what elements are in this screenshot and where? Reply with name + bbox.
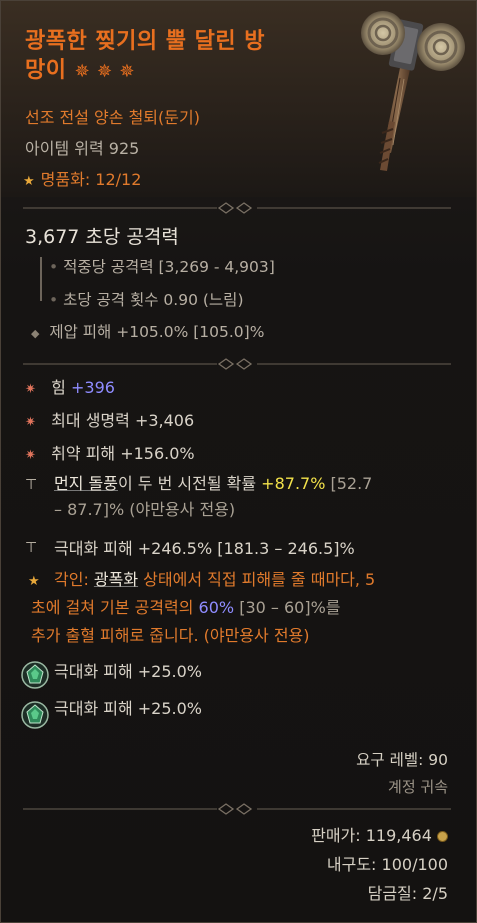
masterwork-star-icon: ★ [23,174,35,189]
item-power: 아이템 위력 925 [25,139,140,158]
horned-mace-icon [361,11,465,171]
dps-value: 3,677 초당 공격력 [25,226,179,248]
section-divider [23,202,451,214]
rank-stars: ✵ ✵ ✵ [74,61,135,82]
legendary-star-icon: ★ [28,574,40,589]
section-divider [23,358,451,370]
overpower-damage: ◆ 제압 피해 +105.0% [105.0]% [31,323,265,341]
gem-socket-2: 극대화 피해 +25.0% [54,699,203,718]
item-name-line2: 망이 [25,58,67,83]
required-level: 요구 레벨: 90 [356,751,448,769]
account-bound: 계정 귀속 [388,778,448,796]
affix-star-icon: ✷ [25,448,36,463]
affix-max-life: ✷ 최대 생명력 +3,406 [25,411,195,430]
masterwork-label: 명품화: 12/12 [40,170,142,189]
stat-tree-line [40,257,42,301]
attack-speed: • 초당 공격 횟수 0.90 (느림) [49,291,244,309]
masterwork-status: ★ 명품화: 12/12 [23,166,141,190]
gem-socket-1: 극대화 피해 +25.0% [54,662,203,681]
legendary-aspect: 각인: 광폭화 상태에서 직접 피해를 줄 때마다, 5 [54,570,376,589]
affix-star-icon: ✷ [25,382,36,397]
gold-coin-icon [437,831,448,842]
affix-dust-devil: 먼지 돌풍이 두 번 시전될 확률 +87.7% [52.7 – 87.7]% … [54,474,373,519]
affix-star-icon: ✷ [25,415,36,430]
temper-count: 담금질: 2/5 [367,884,448,903]
sell-price: 판매가: 119,464 [311,822,448,846]
emerald-gem-icon [21,701,49,729]
item-tooltip: 광폭한 찢기의 뿔 달린 방 망이 ✵ ✵ ✵ 선조 전설 양손 철퇴(둔기) … [0,0,477,923]
section-divider [23,803,451,815]
durability: 내구도: 100/100 [326,855,448,874]
affix-strength: ✷ 힘 +396 [25,378,115,397]
item-type: 선조 전설 양손 철퇴(둔기) [25,108,200,127]
damage-per-hit: • 적중당 공격력 [3,269 - 4,903] [49,258,275,276]
anvil-icon: ⊤ [25,540,38,556]
item-name-line1: 광폭한 찢기의 뿔 달린 방 [25,29,266,54]
emerald-gem-icon [21,661,49,689]
affix-crit-damage-tempered: 극대화 피해 +246.5% [181.3 – 246.5]% [54,539,355,558]
legendary-aspect-cont: 초에 걸쳐 기본 공격력의 60% [30 – 60]%를 추가 출혈 피해로 … [31,598,341,645]
item-name: 광폭한 찢기의 뿔 달린 방 망이 ✵ ✵ ✵ [25,27,355,86]
anvil-icon: ⊤ [25,477,38,493]
affix-vulnerable-damage: ✷ 취약 피해 +156.0% [25,444,195,463]
